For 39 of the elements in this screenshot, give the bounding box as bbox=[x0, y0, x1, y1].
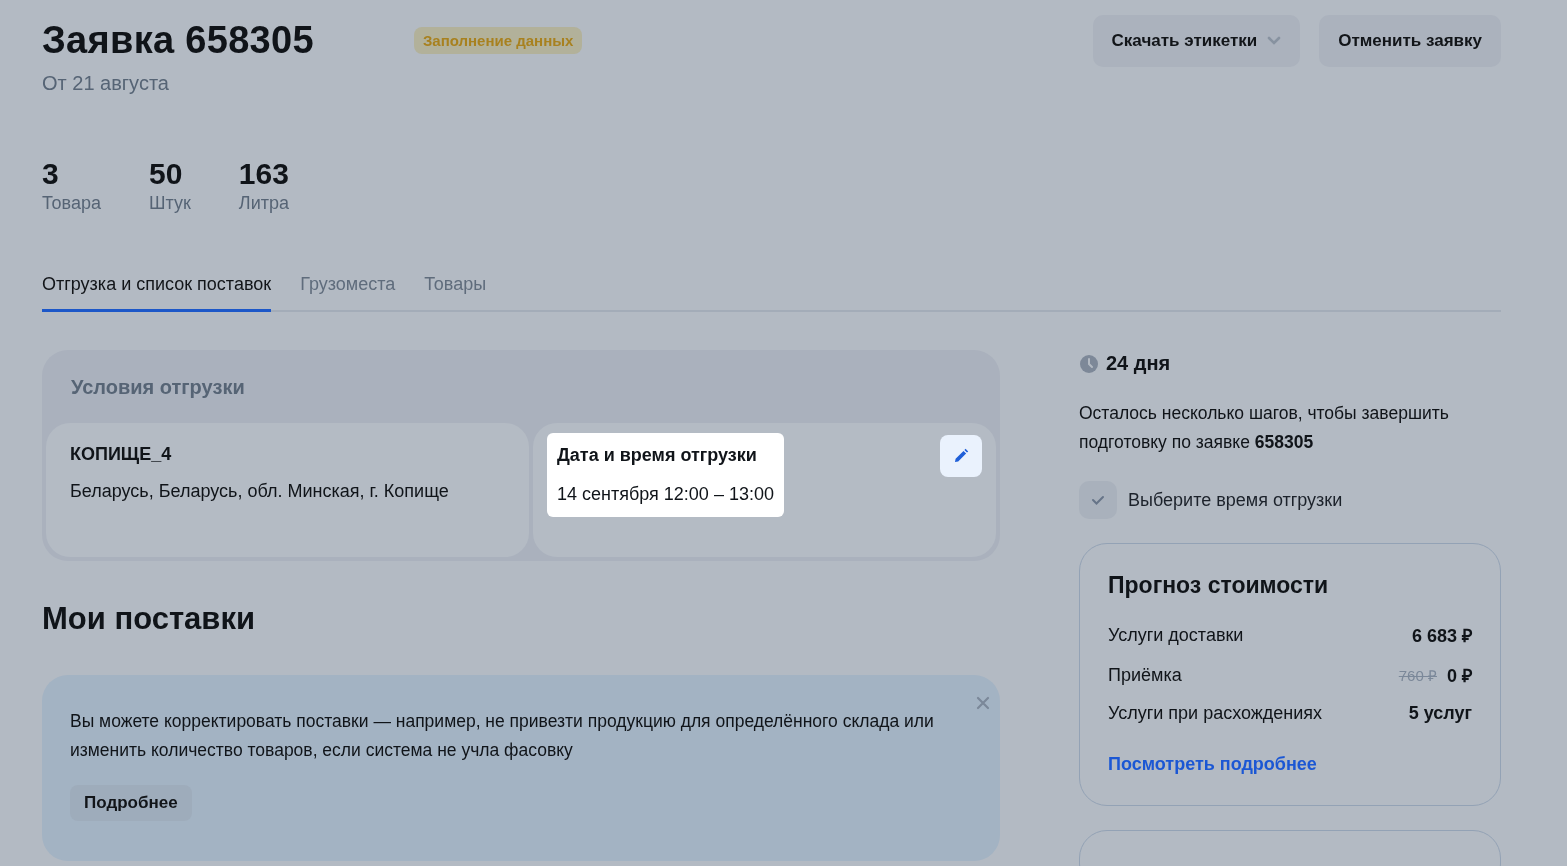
close-button[interactable] bbox=[976, 696, 990, 710]
check-icon bbox=[1091, 494, 1105, 506]
step-label: Выберите время отгрузки bbox=[1128, 489, 1343, 511]
stat-value: 163 bbox=[238, 157, 289, 191]
old-price: 760 ₽ bbox=[1398, 666, 1437, 685]
page-title: Заявка 658305 bbox=[42, 19, 314, 62]
caret-icon bbox=[1267, 36, 1282, 46]
progress-message: Осталось несколько шагов, чтобы завершить подготовку по заявке 658305 bbox=[1079, 402, 1450, 454]
section-heading: Мои поставки bbox=[42, 601, 256, 637]
clock-icon bbox=[1079, 353, 1099, 374]
stat-value: 3 bbox=[42, 157, 60, 191]
close-icon bbox=[976, 696, 990, 710]
step-checkbox[interactable] bbox=[1079, 481, 1117, 519]
days-left: 24 дня bbox=[1106, 352, 1171, 375]
card-title: Прогноз стоимости bbox=[1108, 572, 1330, 599]
warehouse-address: Беларусь, Беларусь, обл. Минская, г. Копище bbox=[70, 481, 450, 502]
status-badge: Заполнение данных bbox=[413, 27, 583, 54]
datetime-value: 14 сентября 12:00 – 13:00 bbox=[557, 484, 774, 505]
action-button[interactable]: Скачать этикетки bbox=[1092, 15, 1301, 67]
edit-button[interactable] bbox=[940, 435, 982, 477]
cost-label: Услуги при расхождениях bbox=[1108, 703, 1323, 724]
section-title: Условия отгрузки bbox=[70, 376, 246, 399]
stat-label: Штук bbox=[149, 193, 191, 214]
stat-value: 50 bbox=[149, 157, 184, 191]
cost-value: 0 ₽ bbox=[1447, 665, 1472, 687]
pencil-icon bbox=[953, 448, 969, 464]
subtitle: От 21 августа bbox=[42, 72, 170, 95]
action-button[interactable]: Отменить заявку bbox=[1319, 15, 1501, 67]
cost-value: 6 683 ₽ bbox=[1411, 625, 1472, 647]
tab[interactable]: Отгрузка и список поставок bbox=[42, 274, 272, 312]
banner-text: Вы можете корректировать поставки — например, не привезти продукцию для определённого склада или изменить количество товаров, если система не учла фасовку bbox=[70, 710, 935, 762]
datetime-label: Дата и время отгрузки bbox=[557, 445, 758, 466]
more-button[interactable]: Подробнее bbox=[70, 785, 192, 821]
cost-value: 5 услуг bbox=[1408, 703, 1472, 724]
stat-label: Литра bbox=[238, 193, 289, 214]
cost-label: Услуги доставки bbox=[1108, 624, 1244, 646]
cost-label: Приёмка bbox=[1108, 664, 1182, 686]
warehouse-name: КОПИЩЕ_4 bbox=[70, 444, 173, 465]
stat-label: Товара bbox=[42, 193, 101, 214]
